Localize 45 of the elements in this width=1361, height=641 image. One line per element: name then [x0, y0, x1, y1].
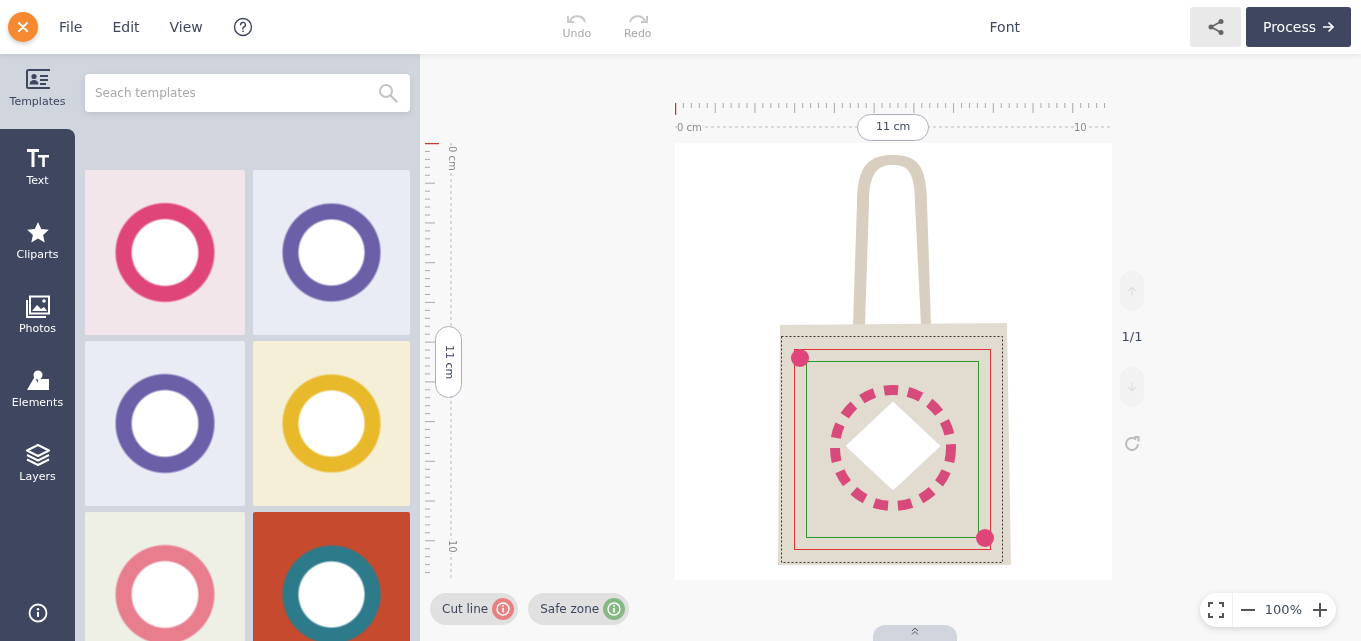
width-label: 11 cm: [857, 114, 930, 141]
help-icon[interactable]: [232, 17, 253, 37]
close-icon: [18, 22, 28, 32]
fullscreen-icon: [1207, 602, 1224, 618]
share-button[interactable]: [1190, 7, 1241, 47]
share-icon: [1206, 18, 1225, 36]
ruler-label: 0 cm: [677, 123, 702, 133]
ruler-label: 10: [447, 540, 457, 553]
page-indicator: 1/1: [1121, 328, 1143, 346]
sidebar-item[interactable]: Layers: [0, 443, 75, 517]
close-button[interactable]: [8, 12, 38, 42]
guide-toggle[interactable]: Cut line: [430, 593, 519, 625]
sidebar-item[interactable]: Cliparts: [0, 221, 75, 295]
layers-icon: [25, 443, 50, 466]
template-thumbnail[interactable]: [85, 341, 245, 506]
template-thumbnail[interactable]: [253, 341, 410, 506]
template-thumbnail[interactable]: [85, 170, 245, 335]
info-icon[interactable]: [27, 603, 48, 623]
double-chevron-up-icon: [910, 627, 919, 635]
minus-icon: [1240, 609, 1255, 611]
template-thumbnail[interactable]: [85, 512, 245, 641]
search-field[interactable]: Seach templates: [85, 74, 410, 112]
process-button[interactable]: Process: [1246, 7, 1351, 47]
menu-item[interactable]: File: [59, 16, 83, 38]
ruler-label: 0 cm: [447, 146, 457, 171]
template-thumbnail[interactable]: [253, 512, 410, 641]
sidebar-item[interactable]: Text: [0, 147, 75, 221]
template-thumbnail[interactable]: [253, 170, 410, 335]
zoom-level: 100%: [1263, 601, 1303, 620]
height-label: 11 cm: [435, 326, 462, 399]
plus-icon: [1312, 602, 1328, 618]
search-icon: [378, 83, 398, 103]
image-icon: [25, 295, 50, 318]
id-card-icon: [25, 68, 50, 91]
menu-item[interactable]: View: [169, 16, 203, 38]
text-icon: [25, 147, 50, 170]
sidebar-item[interactable]: Elements: [0, 369, 75, 443]
star-icon: [25, 221, 50, 244]
menu-item[interactable]: Edit: [112, 16, 140, 38]
font-label: Font: [989, 17, 1020, 37]
sidebar-item[interactable]: Photos: [0, 295, 75, 369]
guide-toggle[interactable]: Safe zone: [528, 593, 630, 625]
shapes-icon: [25, 369, 50, 392]
arrow-right-icon: [1322, 21, 1335, 33]
ruler-label: 10: [1074, 123, 1087, 133]
